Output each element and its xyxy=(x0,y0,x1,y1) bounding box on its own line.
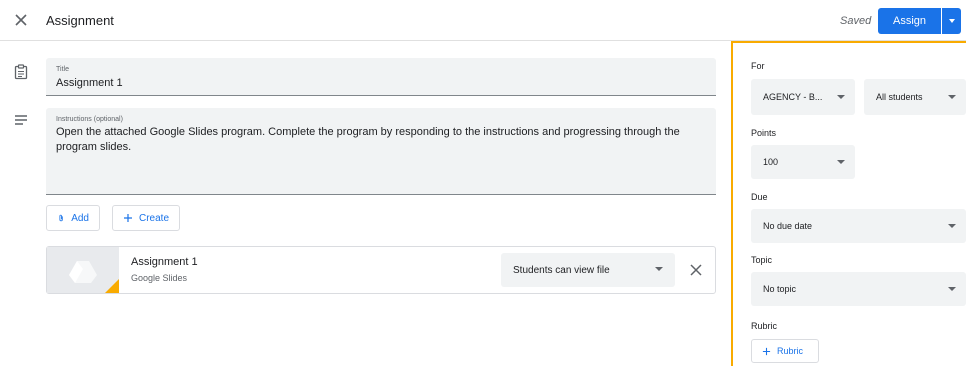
saved-status: Saved xyxy=(840,15,872,27)
instructions-field[interactable]: Instructions (optional) Open the attache… xyxy=(46,108,716,195)
points-label: Points xyxy=(751,128,777,138)
chevron-down-icon xyxy=(948,19,955,23)
due-label: Due xyxy=(751,192,768,202)
attachment-title: Assignment 1 xyxy=(131,256,198,268)
close-icon[interactable] xyxy=(11,10,31,30)
add-button[interactable]: Add xyxy=(46,205,100,231)
rubric-button-label: Rubric xyxy=(777,346,804,356)
chevron-down-icon xyxy=(948,287,956,291)
for-label: For xyxy=(751,61,765,71)
assignment-icon xyxy=(13,64,29,80)
instructions-input[interactable]: Open the attached Google Slides program.… xyxy=(56,125,702,155)
plus-icon xyxy=(762,347,771,355)
permission-select[interactable]: Students can view file xyxy=(501,253,675,287)
chevron-down-icon xyxy=(655,267,663,271)
slides-thumbnail xyxy=(47,247,119,293)
assign-button[interactable]: Assign xyxy=(878,8,941,34)
title-field[interactable]: Title Assignment 1 xyxy=(46,58,716,96)
points-value: 100 xyxy=(763,157,779,167)
students-select[interactable]: All students xyxy=(864,79,966,115)
class-value: AGENCY - B... xyxy=(763,92,823,102)
page-title: Assignment xyxy=(46,13,114,28)
instructions-label: Instructions (optional) xyxy=(56,116,123,123)
add-label: Add xyxy=(71,212,89,224)
topic-label: Topic xyxy=(751,255,773,265)
plus-icon xyxy=(123,214,132,222)
rubric-label: Rubric xyxy=(751,321,778,331)
points-select[interactable]: 100 xyxy=(751,145,855,179)
chevron-down-icon xyxy=(948,224,956,228)
paperclip-icon xyxy=(59,214,63,222)
title-input[interactable]: Assignment 1 xyxy=(56,76,123,91)
assign-options-button[interactable] xyxy=(942,8,961,34)
add-rubric-button[interactable]: Rubric xyxy=(751,339,819,363)
topic-select[interactable]: No topic xyxy=(751,272,966,306)
due-select[interactable]: No due date xyxy=(751,209,966,243)
title-label: Title xyxy=(56,66,69,73)
instructions-icon xyxy=(13,112,29,128)
permission-value: Students can view file xyxy=(513,264,610,276)
students-value: All students xyxy=(876,92,923,102)
assignment-settings-panel: For AGENCY - B... All students Points 10… xyxy=(731,41,966,366)
due-value: No due date xyxy=(763,221,813,231)
create-button[interactable]: Create xyxy=(112,205,180,231)
remove-attachment-icon[interactable] xyxy=(688,262,704,278)
header-bar: Assignment Saved Assign xyxy=(0,0,966,41)
chevron-down-icon xyxy=(837,160,845,164)
chevron-down-icon xyxy=(837,95,845,99)
chevron-down-icon xyxy=(948,95,956,99)
create-label: Create xyxy=(138,212,169,224)
attachment-card[interactable]: Assignment 1 Google Slides Students can … xyxy=(46,246,716,294)
class-select[interactable]: AGENCY - B... xyxy=(751,79,855,115)
attachment-type: Google Slides xyxy=(131,273,188,283)
topic-value: No topic xyxy=(763,284,797,294)
